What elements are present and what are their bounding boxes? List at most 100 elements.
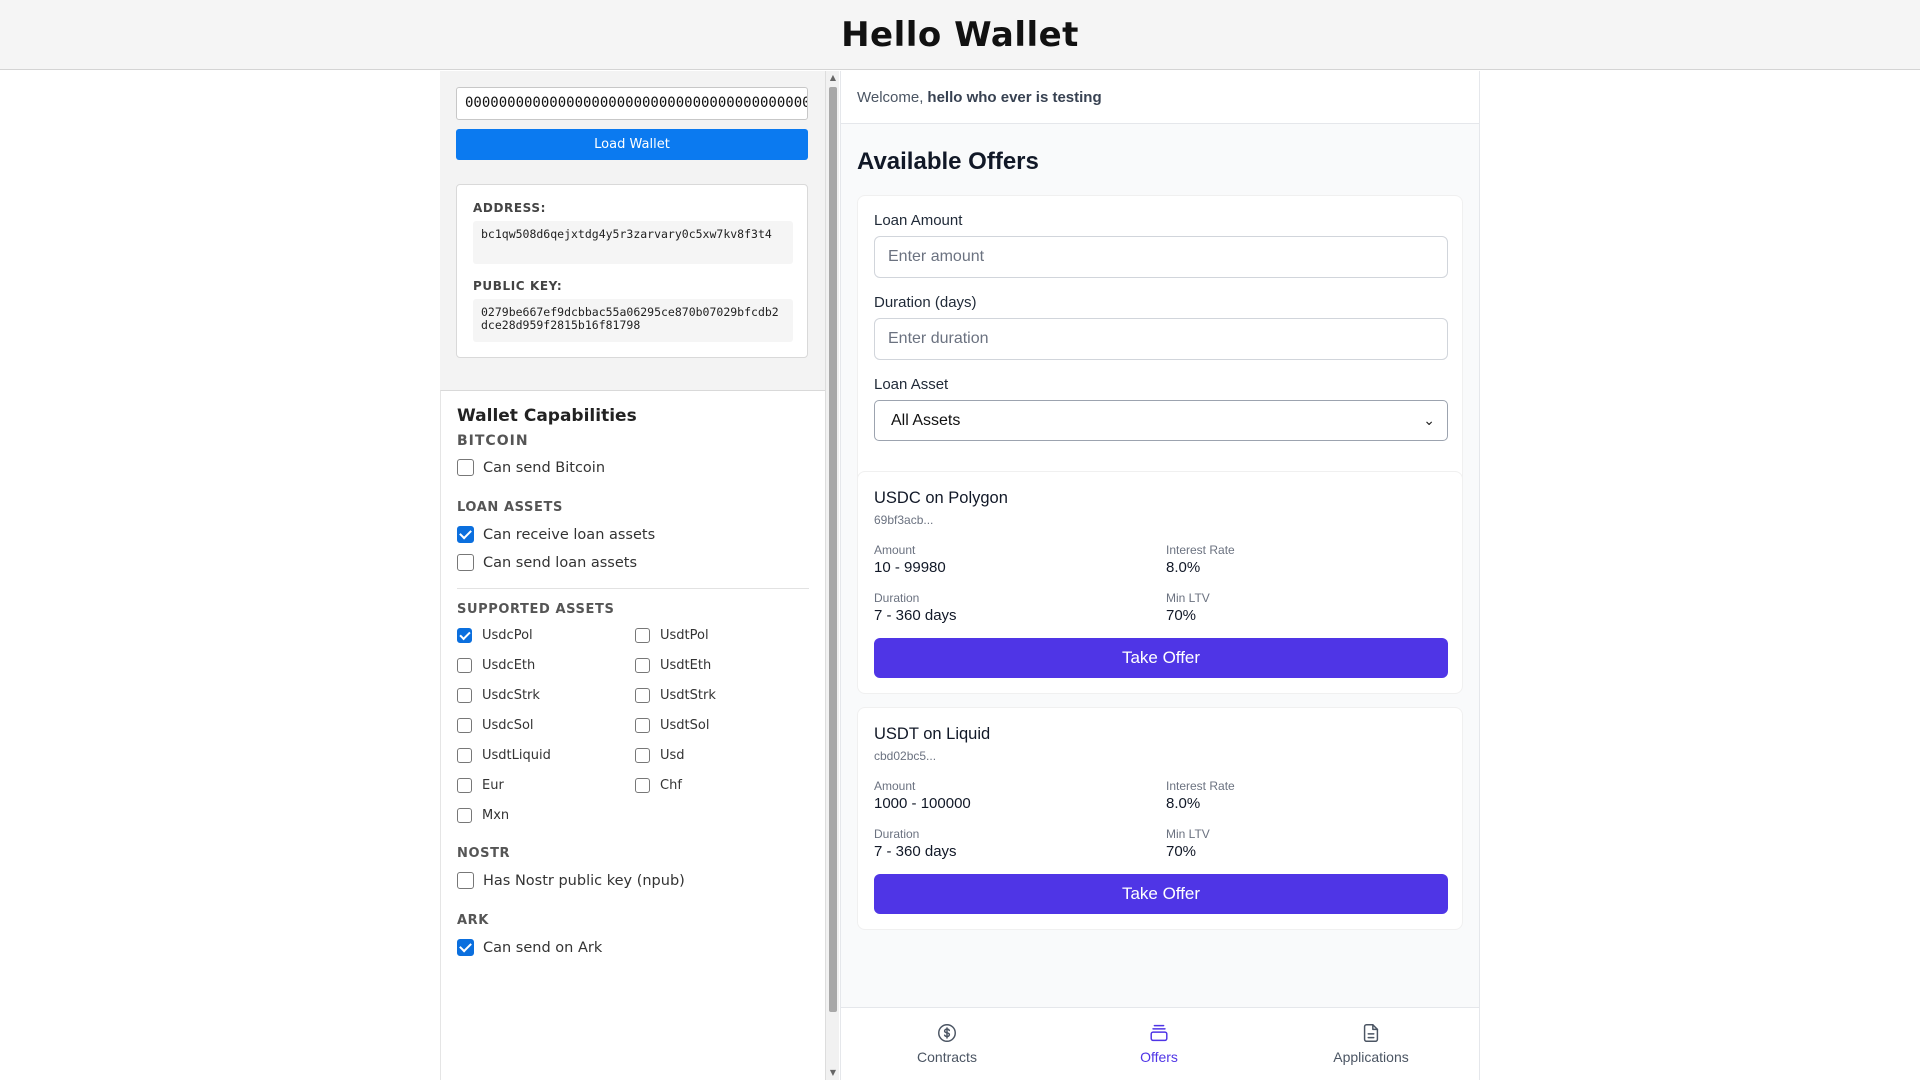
dollar-circle-icon (938, 1024, 956, 1042)
checkbox-box[interactable] (635, 748, 650, 763)
load-wallet-button[interactable]: Load Wallet (456, 129, 808, 160)
checkbox-label: Usd (660, 748, 685, 763)
loan-amount-label: Loan Amount (874, 212, 963, 229)
checkbox-label: UsdtStrk (660, 688, 716, 703)
scroll-down-arrow-icon[interactable]: ▼ (826, 1066, 840, 1080)
checkbox-box[interactable] (457, 628, 472, 643)
nav-label: Applications (1333, 1049, 1409, 1065)
asset-checkbox-usdtpol[interactable]: UsdtPol (635, 628, 709, 643)
loan-asset-label: Loan Asset (874, 376, 949, 393)
checkbox-label: UsdtEth (660, 658, 712, 673)
checkbox-can-send-on-ark[interactable]: Can send on Ark (457, 939, 602, 956)
checkbox-box[interactable] (457, 459, 474, 476)
offer-rate-value: 8.0% (1166, 795, 1201, 812)
checkbox-box[interactable] (457, 808, 472, 823)
offers-panel: Welcome, hello who ever is testing Avail… (840, 71, 1480, 1080)
take-offer-button[interactable]: Take Offer (874, 638, 1448, 678)
asset-checkbox-usd[interactable]: Usd (635, 748, 685, 763)
offer-rate-label: Interest Rate (1166, 543, 1235, 557)
checkbox-box[interactable] (635, 778, 650, 793)
checkbox-label: UsdtPol (660, 628, 709, 643)
welcome-user-name: hello who ever is testing (927, 88, 1102, 106)
asset-checkbox-usdtliquid[interactable]: UsdtLiquid (457, 748, 551, 763)
checkbox-box[interactable] (457, 688, 472, 703)
asset-checkbox-usdcsol[interactable]: UsdcSol (457, 718, 534, 733)
wallet-info-card: ADDRESS: bc1qw508d6qejxtdg4y5r3zarvary0c… (456, 184, 808, 358)
asset-checkbox-usdcstrk[interactable]: UsdcStrk (457, 688, 540, 703)
address-label: ADDRESS: (473, 201, 546, 215)
checkbox-box[interactable] (457, 554, 474, 571)
loan-asset-select[interactable]: All Assets ⌄ (874, 400, 1448, 441)
app-title: Hello Wallet (841, 14, 1079, 55)
duration-input[interactable]: Enter duration (874, 318, 1448, 360)
offer-ltv-label: Min LTV (1166, 591, 1210, 605)
scroll-up-arrow-icon[interactable]: ▲ (826, 71, 840, 85)
wallet-panel-scrollbar[interactable]: ▲ ▼ (825, 71, 839, 1080)
asset-checkbox-usdteth[interactable]: UsdtEth (635, 658, 711, 673)
checkbox-can-send-bitcoin[interactable]: Can send Bitcoin (457, 459, 605, 476)
checkbox-box[interactable] (635, 688, 650, 703)
offer-id: cbd02bc5... (874, 749, 937, 763)
offer-amount-label: Amount (874, 779, 916, 793)
checkbox-label: Chf (660, 778, 682, 793)
offer-amount-value: 1000 - 100000 (874, 795, 971, 812)
section-nostr: NOSTR (457, 846, 511, 861)
section-supported-assets: SUPPORTED ASSETS (457, 602, 615, 617)
offer-ltv-label: Min LTV (1166, 827, 1210, 841)
checkbox-box[interactable] (457, 872, 474, 889)
asset-checkbox-usdtstrk[interactable]: UsdtStrk (635, 688, 716, 703)
offer-duration-value: 7 - 360 days (874, 843, 957, 860)
offer-card: USDC on Polygon 69bf3acb... Amount 10 - … (857, 471, 1463, 694)
checkbox-label: UsdcEth (482, 658, 536, 673)
scrollbar-thumb[interactable] (829, 87, 837, 1012)
checkbox-box[interactable] (635, 658, 650, 673)
asset-checkbox-eur[interactable]: Eur (457, 778, 504, 793)
checkbox-label: UsdtSol (660, 718, 710, 733)
loan-amount-input[interactable]: Enter amount (874, 236, 1448, 278)
checkbox-box[interactable] (635, 718, 650, 733)
checkbox-has-nostr-npub[interactable]: Has Nostr public key (npub) (457, 872, 685, 889)
nav-label: Offers (1140, 1049, 1178, 1065)
offer-card: USDT on Liquid cbd02bc5... Amount 1000 -… (857, 707, 1463, 930)
take-offer-button[interactable]: Take Offer (874, 874, 1448, 914)
asset-checkbox-usdceth[interactable]: UsdcEth (457, 658, 535, 673)
nav-item-applications[interactable]: Applications (1265, 1008, 1477, 1080)
checkbox-box[interactable] (457, 658, 472, 673)
asset-checkbox-usdcpol[interactable]: UsdcPol (457, 628, 533, 643)
bottom-navigation: Contracts Offers Applications (841, 1007, 1479, 1080)
checkbox-label: UsdcStrk (482, 688, 540, 703)
offer-rate-value: 8.0% (1166, 559, 1201, 576)
offer-amount-value: 10 - 99980 (874, 559, 946, 576)
offer-id: 69bf3acb... (874, 513, 934, 527)
nav-label: Contracts (917, 1049, 977, 1065)
chevron-down-icon: ⌄ (1423, 412, 1435, 429)
checkbox-box[interactable] (457, 718, 472, 733)
offer-amount-label: Amount (874, 543, 916, 557)
checkbox-box[interactable] (457, 939, 474, 956)
checkbox-label: Can send loan assets (483, 554, 638, 571)
nav-item-contracts[interactable]: Contracts (841, 1008, 1053, 1080)
welcome-prefix: Welcome, (857, 88, 924, 106)
public-key-value: 0279be667ef9dcbbac55a06295ce870b07029bfc… (473, 299, 793, 342)
offer-rate-label: Interest Rate (1166, 779, 1235, 793)
private-key-input[interactable]: 0000000000000000000000000000000000000000… (456, 87, 808, 120)
checkbox-box[interactable] (457, 526, 474, 543)
welcome-bar: Welcome, hello who ever is testing (841, 71, 1479, 124)
checkbox-box[interactable] (635, 628, 650, 643)
offer-asset-name: USDT on Liquid (874, 725, 991, 743)
asset-checkbox-usdtsol[interactable]: UsdtSol (635, 718, 709, 733)
wallet-capabilities-card: Wallet Capabilities BITCOIN Can send Bit… (440, 390, 825, 1080)
section-bitcoin: BITCOIN (457, 433, 529, 449)
checkbox-label: UsdcSol (482, 718, 534, 733)
checkbox-box[interactable] (457, 748, 472, 763)
capabilities-title: Wallet Capabilities (457, 406, 637, 426)
nav-item-offers[interactable]: Offers (1053, 1008, 1265, 1080)
asset-checkbox-mxn[interactable]: Mxn (457, 808, 509, 823)
section-ark: ARK (457, 913, 489, 928)
checkbox-can-send-loan-assets[interactable]: Can send loan assets (457, 554, 637, 571)
app-header: Hello Wallet (0, 0, 1920, 70)
loan-asset-selected: All Assets (891, 411, 961, 429)
asset-checkbox-chf[interactable]: Chf (635, 778, 682, 793)
checkbox-box[interactable] (457, 778, 472, 793)
checkbox-can-receive-loan-assets[interactable]: Can receive loan assets (457, 526, 655, 543)
